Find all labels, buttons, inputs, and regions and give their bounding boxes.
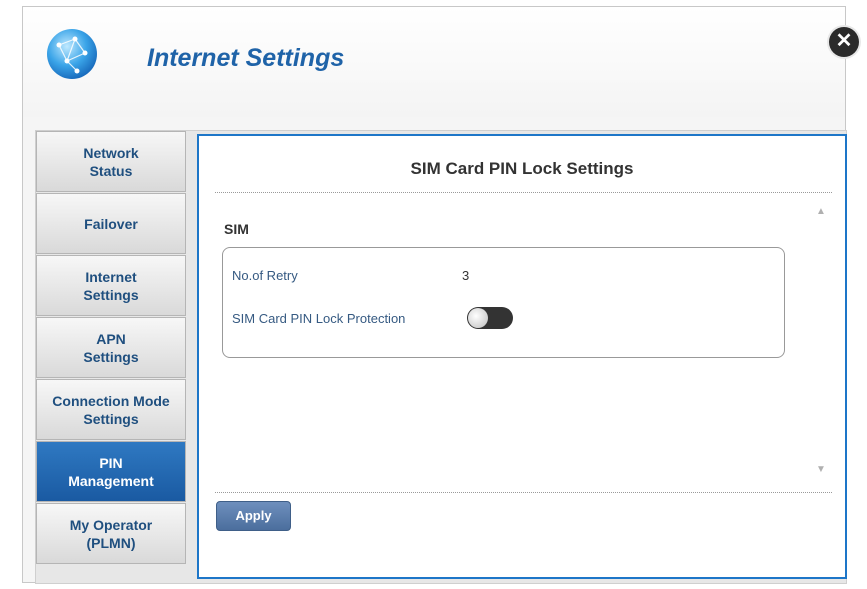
scroll-down-arrow-icon[interactable]: ▼	[814, 464, 828, 476]
scroll-up-arrow-icon[interactable]: ▲	[814, 206, 828, 218]
retry-label: No.of Retry	[232, 268, 298, 283]
pin-lock-toggle[interactable]	[467, 307, 513, 329]
sidebar-item-internet-settings[interactable]: Internet Settings	[36, 255, 186, 316]
sidebar-item-pin-management[interactable]: PIN Management	[36, 441, 186, 502]
globe-network-icon	[47, 29, 97, 79]
close-icon[interactable]: ✕	[829, 27, 859, 57]
internet-settings-dialog: Internet Settings ✕ Network Status Failo…	[22, 6, 859, 584]
dialog-title: Internet Settings	[147, 44, 345, 72]
pin-lock-label: SIM Card PIN Lock Protection	[232, 311, 406, 326]
sidebar-item-network-status[interactable]: Network Status	[36, 131, 186, 192]
dialog-header: Internet Settings ✕	[23, 7, 859, 117]
sim-settings-box: No.of Retry 3 SIM Card PIN Lock Protecti…	[222, 247, 785, 358]
section-label-sim: SIM	[224, 221, 249, 237]
sidebar-item-failover[interactable]: Failover	[36, 193, 186, 254]
sidebar-item-connection-mode-settings[interactable]: Connection Mode Settings	[36, 379, 186, 440]
sidebar-item-my-operator[interactable]: My Operator (PLMN)	[36, 503, 186, 564]
panel-title: SIM Card PIN Lock Settings	[410, 159, 634, 178]
dialog-body: Network Status Failover Internet Setting…	[35, 130, 847, 584]
toggle-knob	[468, 308, 488, 328]
bottom-divider	[215, 492, 832, 493]
apply-button[interactable]: Apply	[216, 501, 291, 531]
retry-value: 3	[462, 268, 470, 283]
top-divider	[215, 192, 832, 193]
sidebar-item-apn-settings[interactable]: APN Settings	[36, 317, 186, 378]
content-panel: SIM Card PIN Lock Settings ▲ SIM No.of R…	[197, 134, 847, 579]
